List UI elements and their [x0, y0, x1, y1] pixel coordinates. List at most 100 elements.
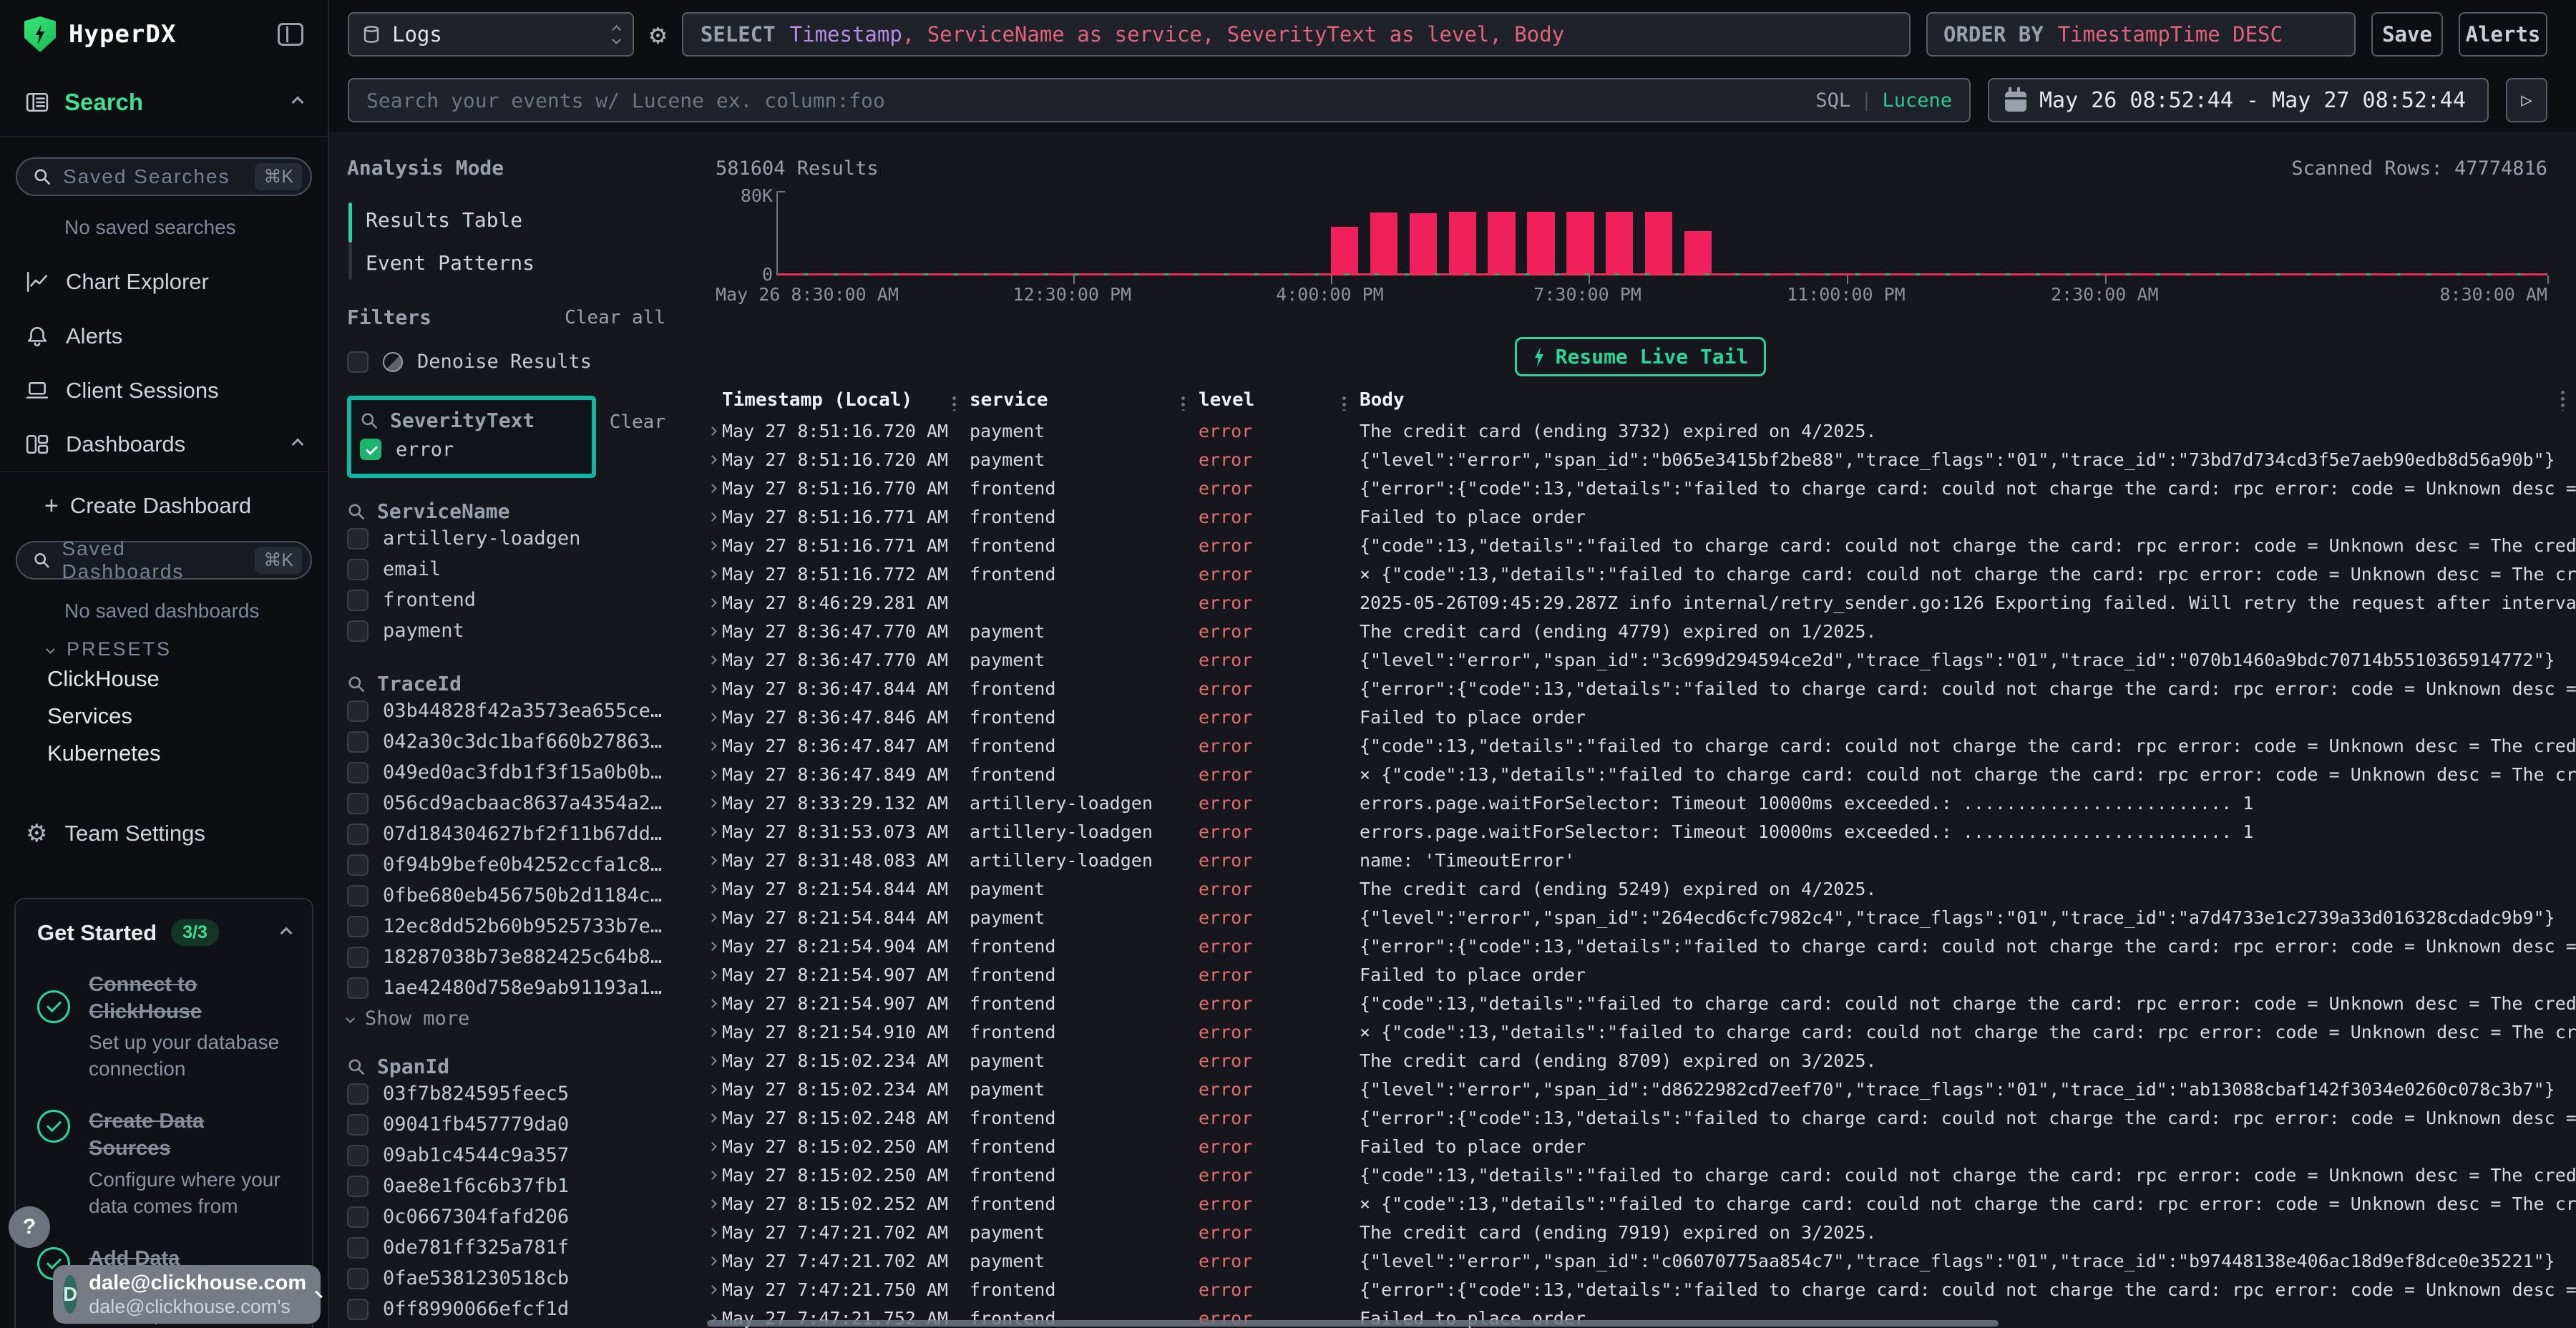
log-row[interactable]: May 27 8:21:54.844 AM payment error The … — [705, 874, 2576, 903]
sidebar-collapse-icon[interactable] — [278, 23, 303, 46]
filter-item[interactable]: 03f7b824595feec5 — [347, 1078, 705, 1109]
expand-chevron-icon[interactable] — [705, 886, 722, 892]
col-service[interactable]: service — [952, 389, 1181, 411]
filter-item[interactable]: 09041fb457779da0 — [347, 1109, 705, 1140]
log-row[interactable]: May 27 8:51:16.720 AM payment error The … — [705, 416, 2576, 445]
checkbox[interactable] — [347, 1299, 369, 1320]
sidebar-item-chart-explorer[interactable]: Chart Explorer — [0, 255, 328, 309]
orderby-input[interactable]: ORDER BYTimestampTime DESC — [1926, 12, 2356, 57]
log-row[interactable]: May 27 7:47:21.702 AM payment error The … — [705, 1218, 2576, 1246]
expand-chevron-icon[interactable] — [705, 1029, 722, 1035]
expand-chevron-icon[interactable] — [705, 600, 722, 606]
sidebar-item-dashboards[interactable]: Dashboards — [0, 418, 328, 472]
column-resize-handle[interactable] — [2561, 389, 2565, 411]
expand-chevron-icon[interactable] — [705, 972, 722, 978]
filter-item[interactable]: artillery-loadgen — [347, 523, 705, 554]
sidebar-item-client-sessions[interactable]: Client Sessions — [0, 363, 328, 418]
filter-item[interactable]: email — [347, 554, 705, 585]
expand-chevron-icon[interactable] — [705, 657, 722, 663]
checkbox[interactable] — [347, 620, 369, 642]
col-timestamp[interactable]: Timestamp (Local) — [722, 389, 952, 411]
expand-chevron-icon[interactable] — [705, 542, 722, 549]
sql-mode-toggle[interactable]: SQL — [1815, 89, 1850, 112]
get-started-item[interactable]: Connect to ClickHouse Set up your databa… — [37, 972, 291, 1083]
clear-all-button[interactable]: Clear all — [565, 307, 665, 328]
sidebar-item-alerts[interactable]: Alerts — [0, 309, 328, 363]
log-row[interactable]: May 27 8:51:16.770 AM frontend error {"e… — [705, 474, 2576, 502]
date-range-picker[interactable]: May 26 08:52:44 - May 27 08:52:44 — [1988, 78, 2489, 122]
create-dashboard-button[interactable]: + Create Dashboard — [0, 482, 328, 529]
filter-item[interactable]: 0ae8e1f6c6b37fb1 — [347, 1171, 705, 1201]
expand-chevron-icon[interactable] — [705, 829, 722, 835]
checkbox[interactable] — [347, 351, 369, 373]
filter-item[interactable]: payment — [347, 615, 705, 646]
checkbox[interactable] — [347, 700, 369, 722]
log-row[interactable]: May 27 8:21:54.910 AM frontend error × {… — [705, 1017, 2576, 1046]
lucene-mode-toggle[interactable]: Lucene — [1882, 89, 1952, 112]
checkbox[interactable] — [347, 916, 369, 937]
chevron-up-icon[interactable] — [292, 439, 304, 451]
histogram-plot[interactable] — [776, 191, 2547, 275]
log-row[interactable]: May 27 8:21:54.907 AM frontend error {"c… — [705, 989, 2576, 1017]
log-row[interactable]: May 27 8:31:53.073 AM artillery-loadgen … — [705, 817, 2576, 846]
expand-chevron-icon[interactable] — [705, 1086, 722, 1093]
alerts-button[interactable]: Alerts — [2459, 12, 2547, 57]
expand-chevron-icon[interactable] — [705, 485, 722, 492]
expand-chevron-icon[interactable] — [705, 571, 722, 577]
filter-item[interactable]: 0f94b9befe0b4252ccfa1c8… — [347, 849, 705, 880]
expand-chevron-icon[interactable] — [705, 1172, 722, 1178]
log-row[interactable]: May 27 8:46:29.281 AM error 2025-05-26T0… — [705, 588, 2576, 617]
checkbox[interactable] — [347, 793, 369, 814]
expand-chevron-icon[interactable] — [705, 800, 722, 806]
trace-show-more[interactable]: Show more — [347, 1003, 705, 1033]
log-row[interactable]: May 27 8:36:47.770 AM payment error {"le… — [705, 645, 2576, 674]
resume-live-tail-button[interactable]: Resume Live Tail — [1515, 337, 1767, 376]
filter-item[interactable]: 0c0667304fafd206 — [347, 1201, 705, 1232]
log-row[interactable]: May 27 8:51:16.772 AM frontend error × {… — [705, 560, 2576, 588]
expand-chevron-icon[interactable] — [705, 743, 722, 749]
clear-severity-button[interactable]: Clear — [610, 411, 665, 433]
expand-chevron-icon[interactable] — [705, 685, 722, 692]
checkbox-checked[interactable] — [360, 439, 381, 460]
filter-item[interactable]: 11c67fe55c0d13fd — [347, 1324, 705, 1328]
expand-chevron-icon[interactable] — [705, 514, 722, 520]
log-row[interactable]: May 27 8:15:02.234 AM payment error The … — [705, 1046, 2576, 1075]
filter-item[interactable]: 18287038b73e882425c64b8… — [347, 942, 705, 972]
sidebar-item-search[interactable]: Search — [0, 69, 328, 137]
log-row[interactable]: May 27 8:36:47.847 AM frontend error {"c… — [705, 731, 2576, 760]
saved-searches-input[interactable]: Saved Searches ⌘K — [16, 157, 312, 196]
expand-chevron-icon[interactable] — [705, 456, 722, 463]
expand-chevron-icon[interactable] — [705, 1229, 722, 1236]
expand-chevron-icon[interactable] — [705, 1115, 722, 1121]
filter-item[interactable]: 042a30c3dc1baf660b27863… — [347, 726, 705, 757]
checkbox[interactable] — [347, 528, 369, 550]
get-started-item[interactable]: Create Data Sources Configure where your… — [37, 1108, 291, 1219]
filter-item[interactable]: 07d184304627bf2f11b67dd… — [347, 819, 705, 849]
log-row[interactable]: May 27 8:21:54.844 AM payment error {"le… — [705, 903, 2576, 932]
log-row[interactable]: May 27 8:51:16.720 AM payment error {"le… — [705, 445, 2576, 474]
expand-chevron-icon[interactable] — [705, 714, 722, 721]
sidebar-item-team-settings[interactable]: ⚙ Team Settings — [0, 806, 328, 861]
filter-item[interactable]: 0fbe680eb456750b2d1184c… — [347, 880, 705, 911]
preset-services[interactable]: Services — [0, 698, 328, 735]
column-resize-handle[interactable] — [1181, 395, 1185, 411]
column-resize-handle[interactable] — [1342, 395, 1346, 411]
checkbox[interactable] — [347, 977, 369, 999]
preset-clickhouse[interactable]: ClickHouse — [0, 660, 328, 698]
live-tail-play-button[interactable]: ▷ — [2506, 78, 2547, 122]
expand-chevron-icon[interactable] — [705, 943, 722, 949]
user-menu[interactable]: D dale@clickhouse.com dale@clickhouse.co… — [53, 1265, 321, 1324]
save-button[interactable]: Save — [2371, 12, 2443, 57]
presets-toggle[interactable]: PRESETS — [0, 638, 328, 660]
checkbox[interactable] — [347, 559, 369, 580]
expand-chevron-icon[interactable] — [705, 1000, 722, 1007]
log-row[interactable]: May 27 8:33:29.132 AM artillery-loadgen … — [705, 788, 2576, 817]
filter-item[interactable]: 0de781ff325a781f — [347, 1232, 705, 1263]
horizontal-scrollbar[interactable] — [707, 1320, 1999, 1327]
filter-item[interactable]: 056cd9acbaac8637a4354a2… — [347, 788, 705, 819]
expand-chevron-icon[interactable] — [705, 914, 722, 921]
checkbox[interactable] — [347, 885, 369, 907]
tab-event-patterns[interactable]: Event Patterns — [366, 241, 705, 284]
expand-chevron-icon[interactable] — [705, 1258, 722, 1264]
log-row[interactable]: May 27 8:51:16.771 AM frontend error Fai… — [705, 502, 2576, 531]
